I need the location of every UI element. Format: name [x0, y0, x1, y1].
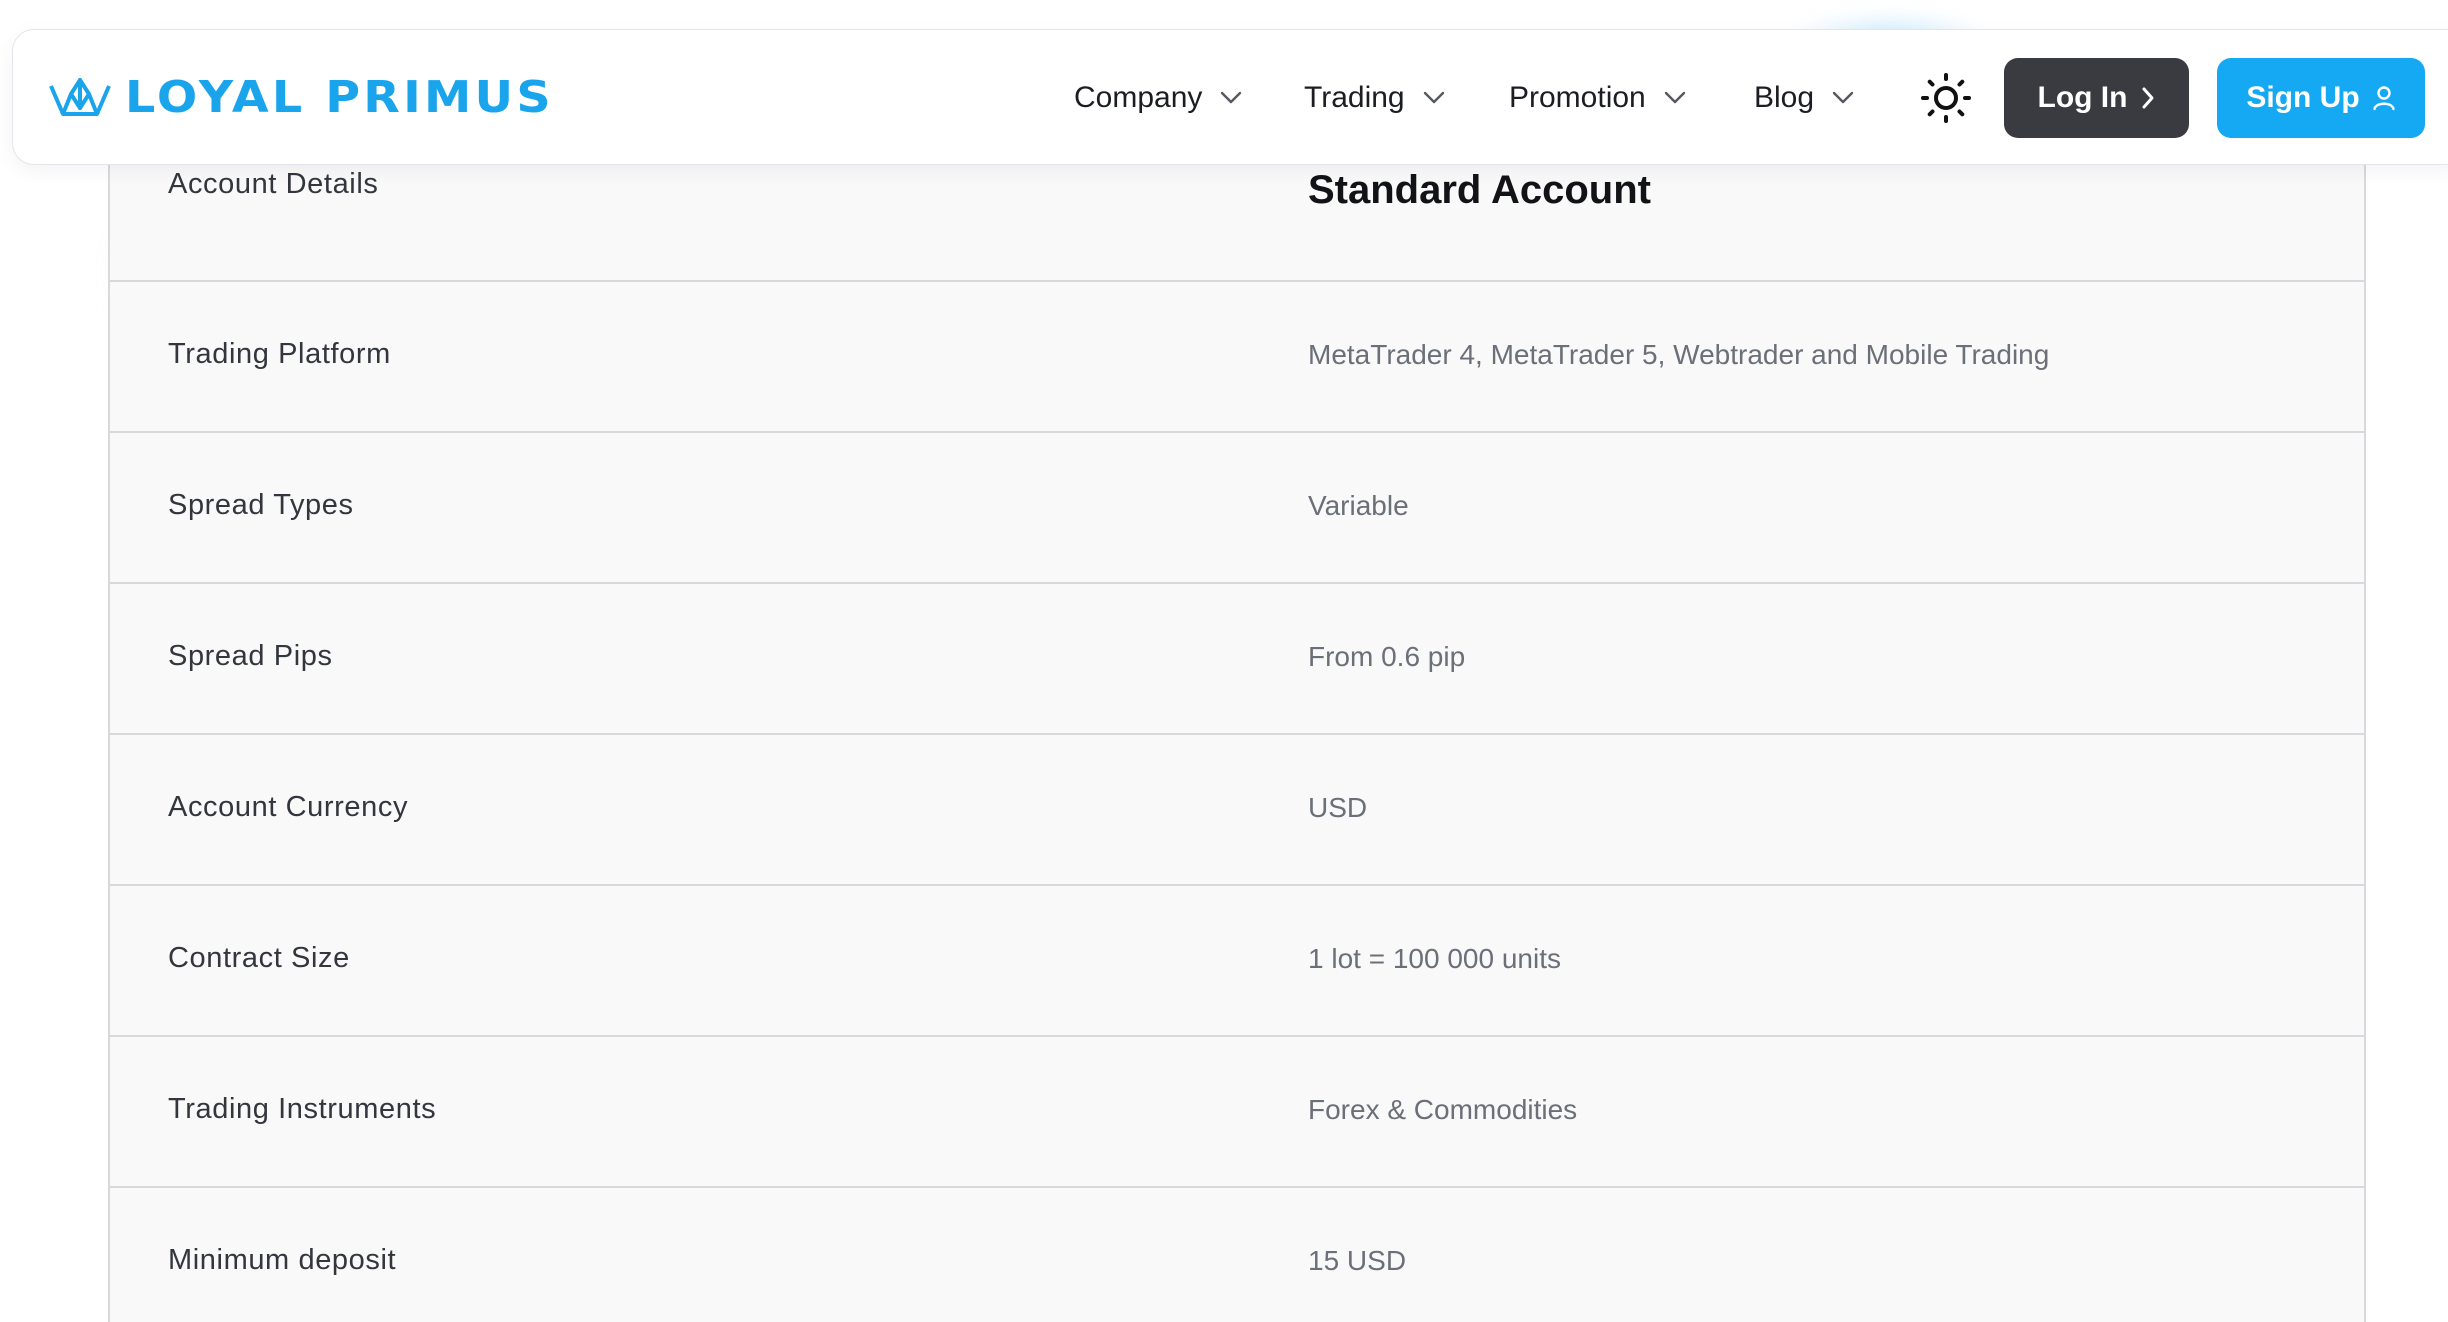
- signup-button[interactable]: Sign Up: [2217, 58, 2425, 138]
- table-row: Account Currency USD: [110, 735, 2364, 886]
- chevron-down-icon: [1832, 91, 1854, 105]
- chevron-down-icon: [1664, 91, 1686, 105]
- nav-label: Promotion: [1509, 81, 1646, 114]
- brand-logo[interactable]: LOYAL PRIMUS: [49, 76, 551, 120]
- row-value: Variable: [1308, 490, 1409, 521]
- sun-icon: [1920, 72, 1972, 124]
- row-value: Forex & Commodities: [1308, 1094, 1578, 1125]
- nav-blog[interactable]: Blog: [1754, 30, 1854, 166]
- table-row: Contract Size 1 lot = 100 000 units: [110, 886, 2364, 1037]
- row-label: Trading Platform: [168, 338, 391, 370]
- row-label: Account Currency: [168, 791, 409, 823]
- nav-label: Company: [1074, 81, 1203, 114]
- signup-label: Sign Up: [2246, 81, 2360, 114]
- row-value: 15 USD: [1308, 1245, 1407, 1276]
- nav-trading[interactable]: Trading: [1304, 30, 1445, 166]
- row-label: Minimum deposit: [168, 1244, 397, 1276]
- row-value: USD: [1308, 792, 1368, 823]
- table-row: Trading Platform MetaTrader 4, MetaTrade…: [110, 282, 2364, 433]
- row-label: Spread Pips: [168, 640, 333, 672]
- nav-promotion[interactable]: Promotion: [1509, 30, 1686, 166]
- nav-company[interactable]: Company: [1074, 30, 1242, 166]
- site-header: LOYAL PRIMUS Company Trading Promotion B…: [12, 29, 2448, 165]
- nav-label: Trading: [1304, 81, 1405, 114]
- row-label: Contract Size: [168, 942, 350, 974]
- page: Account Details Standard Account Trading…: [0, 0, 2448, 1322]
- account-type-heading: Standard Account: [1308, 168, 1651, 212]
- row-label: Trading Instruments: [168, 1093, 437, 1125]
- account-details-table: Account Details Standard Account Trading…: [108, 130, 2366, 1322]
- brand-name: LOYAL PRIMUS: [125, 72, 554, 123]
- table-row: Spread Pips From 0.6 pip: [110, 584, 2364, 735]
- chevron-right-icon: [2141, 86, 2155, 110]
- theme-toggle-button[interactable]: [1916, 68, 1976, 128]
- table-header-label: Account Details: [168, 168, 379, 200]
- nav-label: Blog: [1754, 81, 1815, 114]
- table-row: Spread Types Variable: [110, 433, 2364, 584]
- user-icon: [2372, 85, 2396, 111]
- table-row: Minimum deposit 15 USD: [110, 1188, 2364, 1322]
- crown-logo-icon: [49, 76, 111, 120]
- login-button[interactable]: Log In: [2004, 58, 2189, 138]
- row-value: From 0.6 pip: [1308, 641, 1466, 672]
- chevron-down-icon: [1220, 91, 1242, 105]
- row-value: 1 lot = 100 000 units: [1308, 943, 1561, 974]
- row-label: Spread Types: [168, 489, 354, 521]
- table-row: Trading Instruments Forex & Commodities: [110, 1037, 2364, 1188]
- chevron-down-icon: [1423, 91, 1445, 105]
- login-label: Log In: [2037, 81, 2128, 114]
- row-value: MetaTrader 4, MetaTrader 5, Webtrader an…: [1308, 339, 2050, 370]
